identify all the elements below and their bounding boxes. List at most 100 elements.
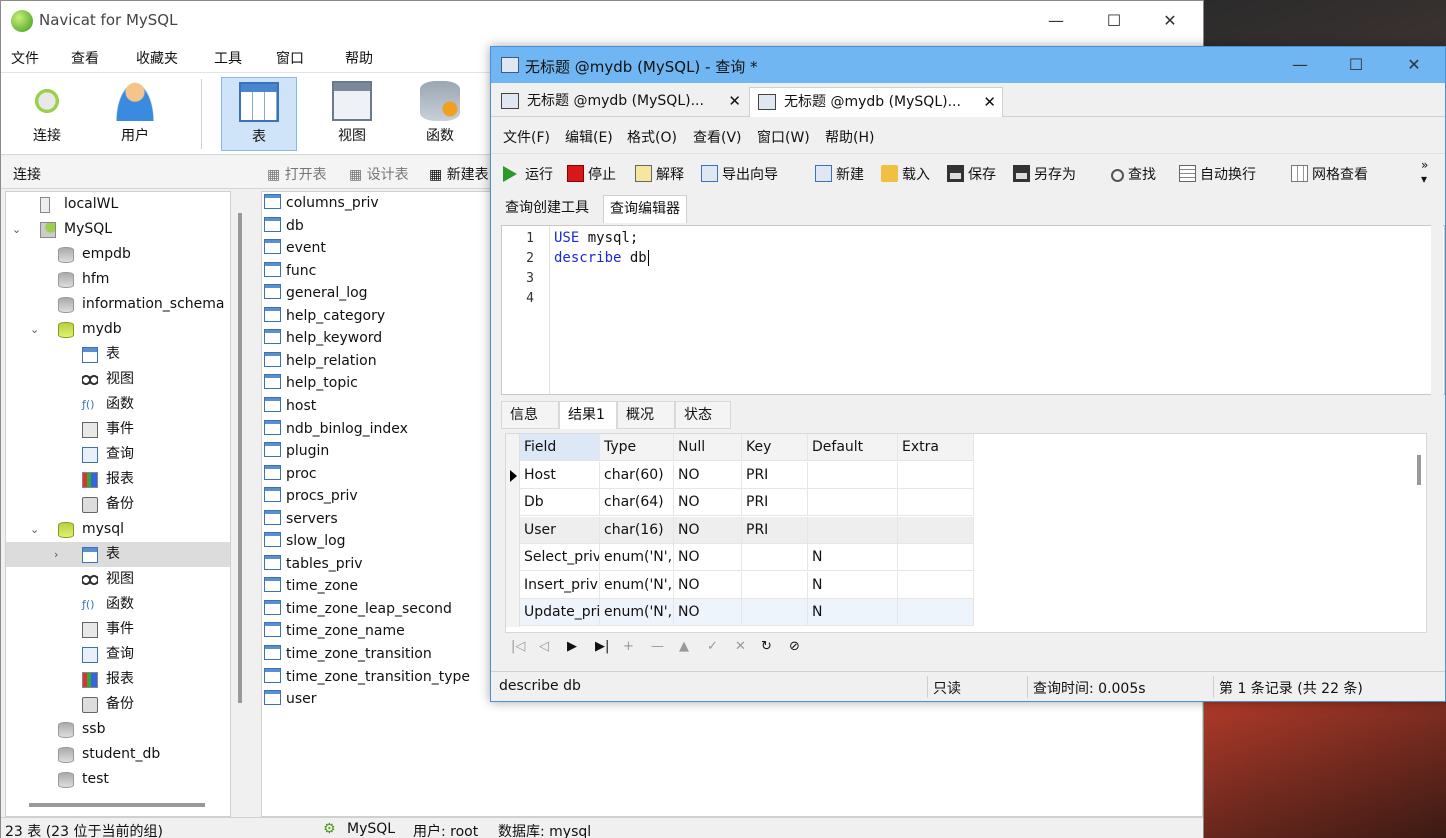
tree-scrollbar[interactable] (238, 213, 242, 703)
grid-cell[interactable] (742, 599, 808, 626)
table-item-help_category[interactable]: help_category (264, 305, 385, 327)
grid-cell[interactable] (898, 461, 974, 489)
collapse-arrow-icon[interactable]: ⌄ (12, 217, 24, 242)
tab-query-editor[interactable]: 查询编辑器 (603, 195, 687, 223)
tree-item-node15[interactable]: 视图 (6, 567, 230, 592)
doc-tab-2[interactable]: 无标题 @mydb (MySQL)... ✕ (749, 87, 1003, 117)
menu-window[interactable]: 窗口 (276, 48, 304, 68)
grid-cell[interactable]: char(60) (600, 461, 674, 489)
nav-button-9[interactable]: ↻ (761, 639, 772, 654)
grid-cell[interactable] (898, 544, 974, 571)
table-item-ndb_binlog_index[interactable]: ndb_binlog_index (264, 418, 408, 440)
tree-item-empdb[interactable]: empdb (6, 242, 230, 267)
close-tab-icon[interactable]: ✕ (983, 88, 996, 116)
tree-item-node6[interactable]: 表 (6, 342, 230, 367)
menu-view[interactable]: 查看 (71, 48, 99, 68)
grid-cell[interactable]: enum('N', (600, 571, 674, 599)
expand-arrow-icon[interactable]: › (54, 542, 66, 567)
nav-button-10[interactable]: ⊘ (789, 639, 800, 654)
grid-cell[interactable] (808, 489, 898, 516)
nav-button-8[interactable]: ✕ (735, 639, 746, 654)
tree-item-hfm[interactable]: hfm (6, 267, 230, 292)
tree-item-node8[interactable]: ƒ() 函数 (6, 392, 230, 417)
doc-tab-1[interactable]: 无标题 @mydb (MySQL)... ✕ (493, 87, 747, 117)
open-table-button[interactable]: ▦ 打开表 (267, 164, 327, 184)
save-button[interactable]: 保存 (947, 164, 996, 184)
find-button[interactable]: 查找 (1111, 164, 1156, 184)
function-button[interactable]: 函数 (402, 77, 478, 151)
maximize-button[interactable]: ☐ (1091, 1, 1137, 41)
collapse-arrow-icon[interactable]: ⌄ (30, 317, 42, 342)
qmenu-format[interactable]: 格式(O) (627, 127, 677, 147)
tab-info[interactable]: 信息 (501, 401, 559, 429)
grid-cell[interactable]: N (808, 544, 898, 571)
tree-item-node16[interactable]: ƒ() 函数 (6, 592, 230, 617)
collapse-arrow-icon[interactable]: ⌄ (30, 517, 42, 542)
grid-cell[interactable]: Select_priv (520, 544, 600, 571)
explain-button[interactable]: 解释 (635, 164, 684, 184)
menu-help[interactable]: 帮助 (345, 48, 373, 68)
query-maximize-button[interactable]: ☐ (1333, 47, 1379, 83)
tree-item-node14[interactable]: › 表 (6, 542, 230, 567)
column-header-default[interactable]: Default (808, 434, 898, 461)
tree-item-information_schema[interactable]: information_schema (6, 292, 230, 317)
nav-button-1[interactable]: ◁ (539, 639, 549, 654)
grid-cell[interactable]: NO (674, 599, 742, 626)
close-tab-icon[interactable]: ✕ (728, 87, 741, 115)
nav-button-2[interactable]: ▶ (567, 639, 577, 654)
export-wizard-button[interactable]: 导出向导 (701, 164, 778, 184)
column-header-key[interactable]: Key (742, 434, 808, 461)
table-item-help_keyword[interactable]: help_keyword (264, 327, 382, 349)
grid-cell[interactable] (898, 571, 974, 599)
table-item-help_topic[interactable]: help_topic (264, 372, 358, 394)
grid-cell[interactable]: Db (520, 489, 600, 516)
toolbar-overflow-icon[interactable]: » ▾ (1421, 158, 1428, 186)
table-item-tables_priv[interactable]: tables_priv (264, 553, 363, 575)
table-item-time_zone_transition_type[interactable]: time_zone_transition_type (264, 666, 470, 688)
qmenu-edit[interactable]: 编辑(E) (565, 127, 613, 147)
table-item-func[interactable]: func (264, 260, 316, 282)
table-item-time_zone_transition[interactable]: time_zone_transition (264, 643, 432, 665)
tree-item-node20[interactable]: 备份 (6, 692, 230, 717)
table-item-slow_log[interactable]: slow_log (264, 530, 346, 552)
grid-view-button[interactable]: 网格查看 (1291, 164, 1368, 184)
grid-cell[interactable]: NO (674, 489, 742, 516)
tree-item-student_db[interactable]: student_db (6, 742, 230, 767)
grid-cell[interactable]: Host (520, 461, 600, 489)
column-header-null[interactable]: Null (674, 434, 742, 461)
qmenu-file[interactable]: 文件(F) (503, 127, 550, 147)
column-header-field[interactable]: Field (520, 434, 600, 461)
word-wrap-button[interactable]: 自动换行 (1179, 164, 1256, 184)
table-button[interactable]: 表 (221, 77, 297, 151)
table-item-plugin[interactable]: plugin (264, 440, 329, 462)
tree-horizontal-scrollbar[interactable] (29, 803, 205, 807)
column-header-extra[interactable]: Extra (898, 434, 974, 461)
main-title-bar[interactable]: Navicat for MySQL — ☐ ✕ (1, 1, 1203, 41)
tree-item-node7[interactable]: 视图 (6, 367, 230, 392)
load-button[interactable]: 载入 (881, 164, 930, 184)
run-button[interactable]: 运行 (503, 164, 553, 184)
table-item-columns_priv[interactable]: columns_priv (264, 192, 379, 214)
table-item-host[interactable]: host (264, 395, 316, 417)
grid-cell[interactable] (742, 544, 808, 571)
tree-item-test[interactable]: test (6, 767, 230, 792)
grid-cell[interactable]: char(64) (600, 489, 674, 516)
grid-cell[interactable]: N (808, 571, 898, 599)
tab-result-1[interactable]: 结果1 (559, 401, 617, 429)
tab-status[interactable]: 状态 (675, 401, 731, 429)
close-button[interactable]: ✕ (1147, 1, 1193, 41)
column-header-type[interactable]: Type (600, 434, 674, 461)
tree-item-mysql[interactable]: ⌄ mysql (6, 517, 230, 542)
grid-cell[interactable]: PRI (742, 489, 808, 516)
stop-button[interactable]: 停止 (567, 164, 616, 184)
tree-item-node17[interactable]: 事件 (6, 617, 230, 642)
tab-profile[interactable]: 概况 (617, 401, 675, 429)
grid-cell[interactable]: Update_priv (520, 599, 600, 626)
qmenu-window[interactable]: 窗口(W) (757, 127, 810, 147)
table-item-db[interactable]: db (264, 215, 304, 237)
grid-cell[interactable]: PRI (742, 516, 808, 544)
nav-button-5[interactable]: — (651, 639, 664, 654)
grid-cell[interactable] (808, 461, 898, 489)
design-table-button[interactable]: ▦ 设计表 (349, 164, 409, 184)
table-item-servers[interactable]: servers (264, 508, 338, 530)
